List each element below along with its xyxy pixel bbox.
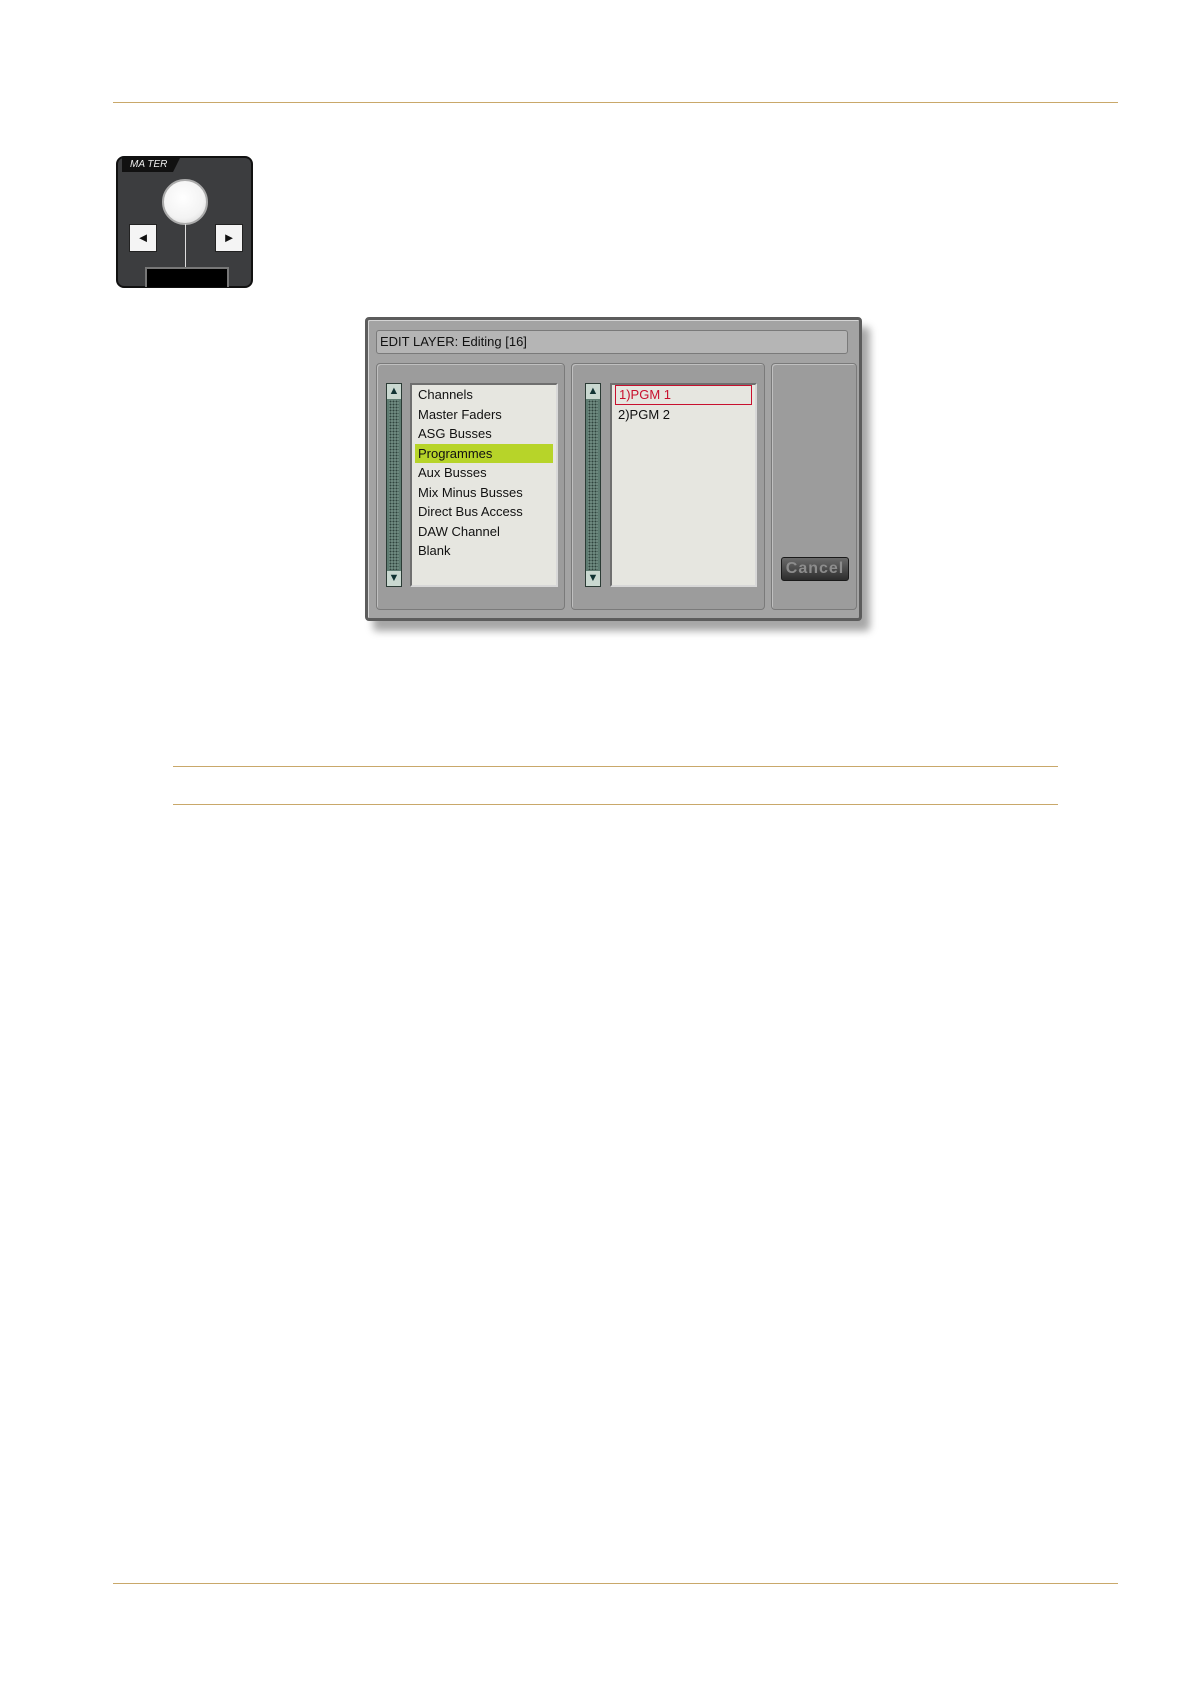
list-item[interactable]: Direct Bus Access bbox=[415, 502, 553, 522]
layer-type-pane: ▲ ▼ Channels Master Faders ASG Busses Pr… bbox=[376, 363, 565, 610]
footer-rule bbox=[113, 1583, 1118, 1584]
layer-type-list: Channels Master Faders ASG Busses Progra… bbox=[410, 383, 558, 587]
scroll-up-icon[interactable]: ▲ bbox=[586, 384, 600, 399]
master-divider bbox=[185, 224, 186, 268]
master-right-button[interactable]: ► bbox=[215, 224, 243, 252]
list-item[interactable]: 2)PGM 2 bbox=[615, 405, 752, 425]
scroll-track[interactable] bbox=[588, 400, 598, 570]
master-left-button[interactable]: ◄ bbox=[129, 224, 157, 252]
section-rule-bottom bbox=[173, 804, 1058, 805]
master-display bbox=[145, 267, 229, 287]
dialog-title: EDIT LAYER: Editing [16] bbox=[376, 330, 848, 354]
list-item[interactable]: Mix Minus Busses bbox=[415, 483, 553, 503]
list-item[interactable]: Blank bbox=[415, 541, 553, 561]
list-item[interactable]: DAW Channel bbox=[415, 522, 553, 542]
section-rule-top bbox=[173, 766, 1058, 767]
list-item[interactable]: Aux Busses bbox=[415, 463, 553, 483]
programme-list: 1)PGM 1 2)PGM 2 bbox=[610, 383, 757, 587]
master-knob[interactable] bbox=[162, 179, 208, 225]
programme-scrollbar[interactable]: ▲ ▼ bbox=[585, 383, 601, 587]
master-control-panel: MA TER ◄ ► bbox=[116, 156, 253, 288]
list-item-selected[interactable]: 1)PGM 1 bbox=[615, 385, 752, 405]
programme-pane: ▲ ▼ 1)PGM 1 2)PGM 2 bbox=[571, 363, 765, 610]
left-arrow-icon: ◄ bbox=[136, 230, 150, 245]
scroll-track[interactable] bbox=[389, 400, 399, 570]
scroll-up-icon[interactable]: ▲ bbox=[387, 384, 401, 399]
cancel-button[interactable]: Cancel bbox=[781, 557, 849, 581]
list-item[interactable]: Master Faders bbox=[415, 405, 553, 425]
list-item[interactable]: Channels bbox=[415, 385, 553, 405]
right-arrow-icon: ► bbox=[222, 230, 236, 245]
list-item[interactable]: ASG Busses bbox=[415, 424, 553, 444]
scroll-down-icon[interactable]: ▼ bbox=[387, 571, 401, 586]
master-label: MA TER bbox=[122, 158, 180, 172]
header-rule bbox=[113, 102, 1118, 103]
layer-type-scrollbar[interactable]: ▲ ▼ bbox=[386, 383, 402, 587]
list-item-selected[interactable]: Programmes bbox=[415, 443, 553, 463]
scroll-down-icon[interactable]: ▼ bbox=[586, 571, 600, 586]
edit-layer-dialog: EDIT LAYER: Editing [16] ▲ ▼ Channels Ma… bbox=[365, 317, 862, 621]
action-pane: Cancel bbox=[771, 363, 857, 610]
